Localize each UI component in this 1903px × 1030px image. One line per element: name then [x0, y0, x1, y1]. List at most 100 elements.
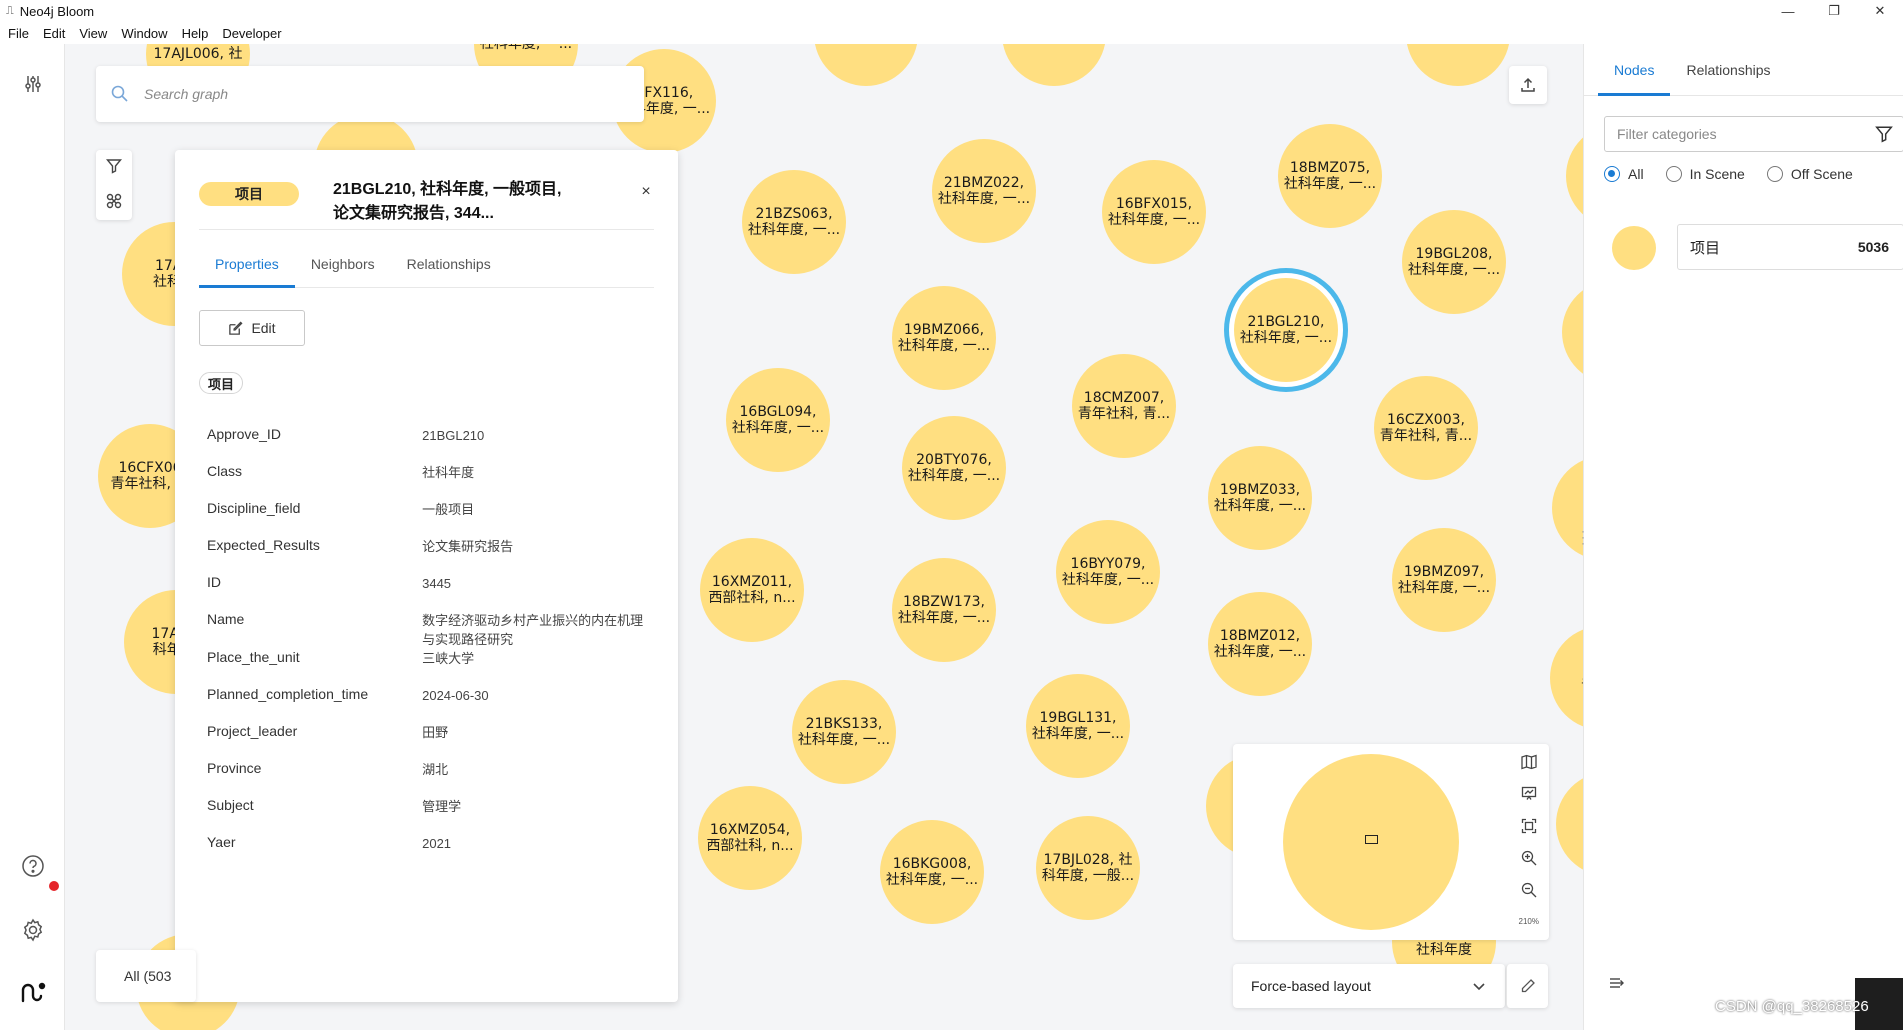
close-icon[interactable]: ×	[638, 184, 654, 200]
property-value[interactable]: 三峡大学	[422, 649, 647, 686]
tab-legend-relationships[interactable]: Relationships	[1670, 44, 1786, 96]
graph-node[interactable]: 18CM青年社	[1550, 626, 1583, 730]
tab-properties[interactable]: Properties	[199, 248, 295, 288]
menu-developer[interactable]: Developer	[222, 26, 281, 41]
radio-button-selected[interactable]	[1604, 166, 1620, 182]
node-caption-line: 社科年度, 一...	[907, 468, 1001, 484]
menu-window[interactable]: Window	[121, 26, 167, 41]
tab-relationships[interactable]: Relationships	[391, 248, 507, 288]
property-value[interactable]: 2024-06-30	[422, 686, 647, 723]
presentation-icon[interactable]	[1517, 782, 1541, 806]
category-item[interactable]: 项目 5036	[1677, 224, 1903, 270]
help-icon[interactable]	[19, 852, 47, 880]
inspector-header: 项目 21BGL210, 社科年度, 一般项目, 论文集研究报告, 344...…	[199, 178, 654, 230]
graph-node[interactable]: 18BMZ075, 社科年度, 一...	[1278, 124, 1382, 228]
graph-node[interactable]: 19BMZ033, 社科年度, 一...	[1208, 446, 1312, 550]
graph-node[interactable]: 18CMZ007, 青年社科, 青...	[1072, 354, 1176, 458]
radio-off-scene-label: Off Scene	[1790, 166, 1853, 182]
property-key: Expected_Results	[207, 537, 320, 553]
export-button[interactable]	[1509, 66, 1547, 104]
properties-list: Approve_ID 21BGL210 Class 社科年度 Discipline_fi…	[207, 426, 647, 871]
property-value[interactable]: 论文集研究报告	[422, 537, 647, 574]
tab-neighbors[interactable]: Neighbors	[295, 248, 391, 288]
graph-node[interactable]	[1002, 44, 1106, 86]
category-color-swatch[interactable]	[1612, 226, 1656, 270]
property-value[interactable]: 社科年度	[422, 463, 647, 500]
graph-node[interactable]: 19BGL131, 社科年度, 一...	[1026, 674, 1130, 778]
graph-node[interactable]: 16XMZ011, 西部社科, n...	[700, 538, 804, 642]
graph-node[interactable]: 16XMZ054, 西部社科, n...	[698, 786, 802, 890]
close-window-button[interactable]: ✕	[1857, 0, 1903, 22]
restore-button[interactable]: ❐	[1811, 0, 1857, 22]
property-value[interactable]: 21BGL210	[422, 426, 647, 463]
graph-node[interactable]: 16BYY079, 社科年度, 一...	[1056, 520, 1160, 624]
graph-node[interactable]: 1社	[1566, 124, 1583, 228]
graph-node[interactable]: 21BZS063, 社科年度, 一...	[742, 170, 846, 274]
graph-node-selected[interactable]: 21BGL210, 社科年度, 一...	[1234, 278, 1338, 382]
layout-dropdown[interactable]: Force-based layout	[1233, 964, 1505, 1008]
graph-node[interactable]: 16CZX003, 青年社科, 青...	[1374, 376, 1478, 480]
graph-node[interactable]: 18BMZ012, 社科年度, 一...	[1208, 592, 1312, 696]
collapse-panel-icon[interactable]	[1608, 974, 1626, 995]
graph-node[interactable]	[814, 44, 918, 86]
radio-button[interactable]	[1766, 166, 1783, 182]
graph-node[interactable]: 20C青年	[1556, 772, 1583, 876]
property-value[interactable]: 3445	[422, 574, 647, 611]
minimap-viewport[interactable]	[1365, 835, 1378, 844]
graph-node[interactable]: 16BGL094, 社科年度, 一...	[726, 368, 830, 472]
graph-node[interactable]	[1406, 44, 1510, 86]
menu-edit[interactable]: Edit	[43, 26, 65, 41]
graph-node[interactable]: 18BZW173, 社科年度, 一...	[892, 558, 996, 662]
graph-node[interactable]: 20BTY076, 社科年度, 一...	[902, 416, 1006, 520]
zoom-out-icon[interactable]	[1517, 878, 1541, 902]
graph-node[interactable]: 21BKS133, 社科年度, 一...	[792, 680, 896, 784]
filter-funnel-icon[interactable]	[106, 158, 122, 177]
property-value[interactable]: 田野	[422, 723, 647, 760]
scene-category-indicator[interactable]: All (503	[96, 950, 196, 1002]
graph-node[interactable]: 21BMZ022, 社科年度, 一...	[932, 139, 1036, 243]
graph-node[interactable]: 社	[1562, 280, 1583, 384]
map-icon[interactable]	[1517, 750, 1541, 774]
filter-funnel-icon[interactable]	[1875, 125, 1893, 146]
zoom-in-icon[interactable]	[1517, 846, 1541, 870]
menu-file[interactable]: File	[8, 26, 29, 41]
radio-button[interactable]	[1665, 166, 1682, 182]
rule-based-style-icon[interactable]	[106, 193, 122, 212]
fit-to-screen-icon[interactable]	[1517, 814, 1541, 838]
settings-sliders-icon[interactable]	[19, 70, 47, 98]
radio-in-scene[interactable]: In Scene	[1665, 166, 1745, 182]
graph-node[interactable]: 19BMZ097, 社科年度, 一...	[1392, 528, 1496, 632]
node-caption-line: 西部社科, n...	[706, 838, 794, 854]
property-value[interactable]: 湖北	[422, 760, 647, 797]
menu-view[interactable]: View	[79, 26, 107, 41]
node-label-chip[interactable]: 项目	[199, 372, 244, 394]
property-value[interactable]: 一般项目	[422, 500, 647, 537]
category-pill: 项目	[199, 182, 299, 206]
gear-icon[interactable]	[19, 916, 47, 944]
property-key: Approve_ID	[207, 426, 281, 442]
filter-categories-input[interactable]	[1617, 126, 1847, 142]
title-bar: ⎍ Neo4j Bloom — ❐ ✕	[0, 0, 1903, 22]
edit-button[interactable]: Edit	[199, 310, 305, 346]
property-value[interactable]: 2021	[422, 834, 647, 871]
graph-node[interactable]: 16BFX015, 社科年度, 一...	[1102, 160, 1206, 264]
layout-edit-button[interactable]	[1506, 964, 1548, 1008]
search-input[interactable]	[144, 86, 624, 102]
radio-off-scene[interactable]: Off Scene	[1766, 166, 1853, 182]
graph-node[interactable]: 17BJL028, 社科年度, 一般...	[1036, 816, 1140, 920]
graph-node[interactable]: 19BMZ066, 社科年度, 一...	[892, 286, 996, 390]
property-value[interactable]: 数字经济驱动乡村产业振兴的内在机理与实现路径研究	[422, 611, 647, 649]
minimap[interactable]: 210%	[1233, 744, 1549, 940]
graph-node[interactable]: 19BGL208, 社科年度, 一...	[1402, 210, 1506, 314]
minimize-button[interactable]: —	[1765, 0, 1811, 22]
tab-nodes[interactable]: Nodes	[1598, 44, 1671, 96]
radio-all[interactable]: All	[1604, 166, 1644, 182]
window-controls: — ❐ ✕	[1765, 0, 1903, 22]
graph-node[interactable]: 2社	[1552, 456, 1583, 560]
menu-help[interactable]: Help	[182, 26, 209, 41]
legend-tabs: Nodes Relationships	[1584, 44, 1903, 96]
graph-node[interactable]: 16BKG008, 社科年度, 一...	[880, 820, 984, 924]
panel-resize-handle[interactable]: · · ·	[1581, 525, 1585, 549]
property-value[interactable]: 管理学	[422, 797, 647, 834]
node-caption-line: 19BGL208,	[1415, 246, 1493, 262]
